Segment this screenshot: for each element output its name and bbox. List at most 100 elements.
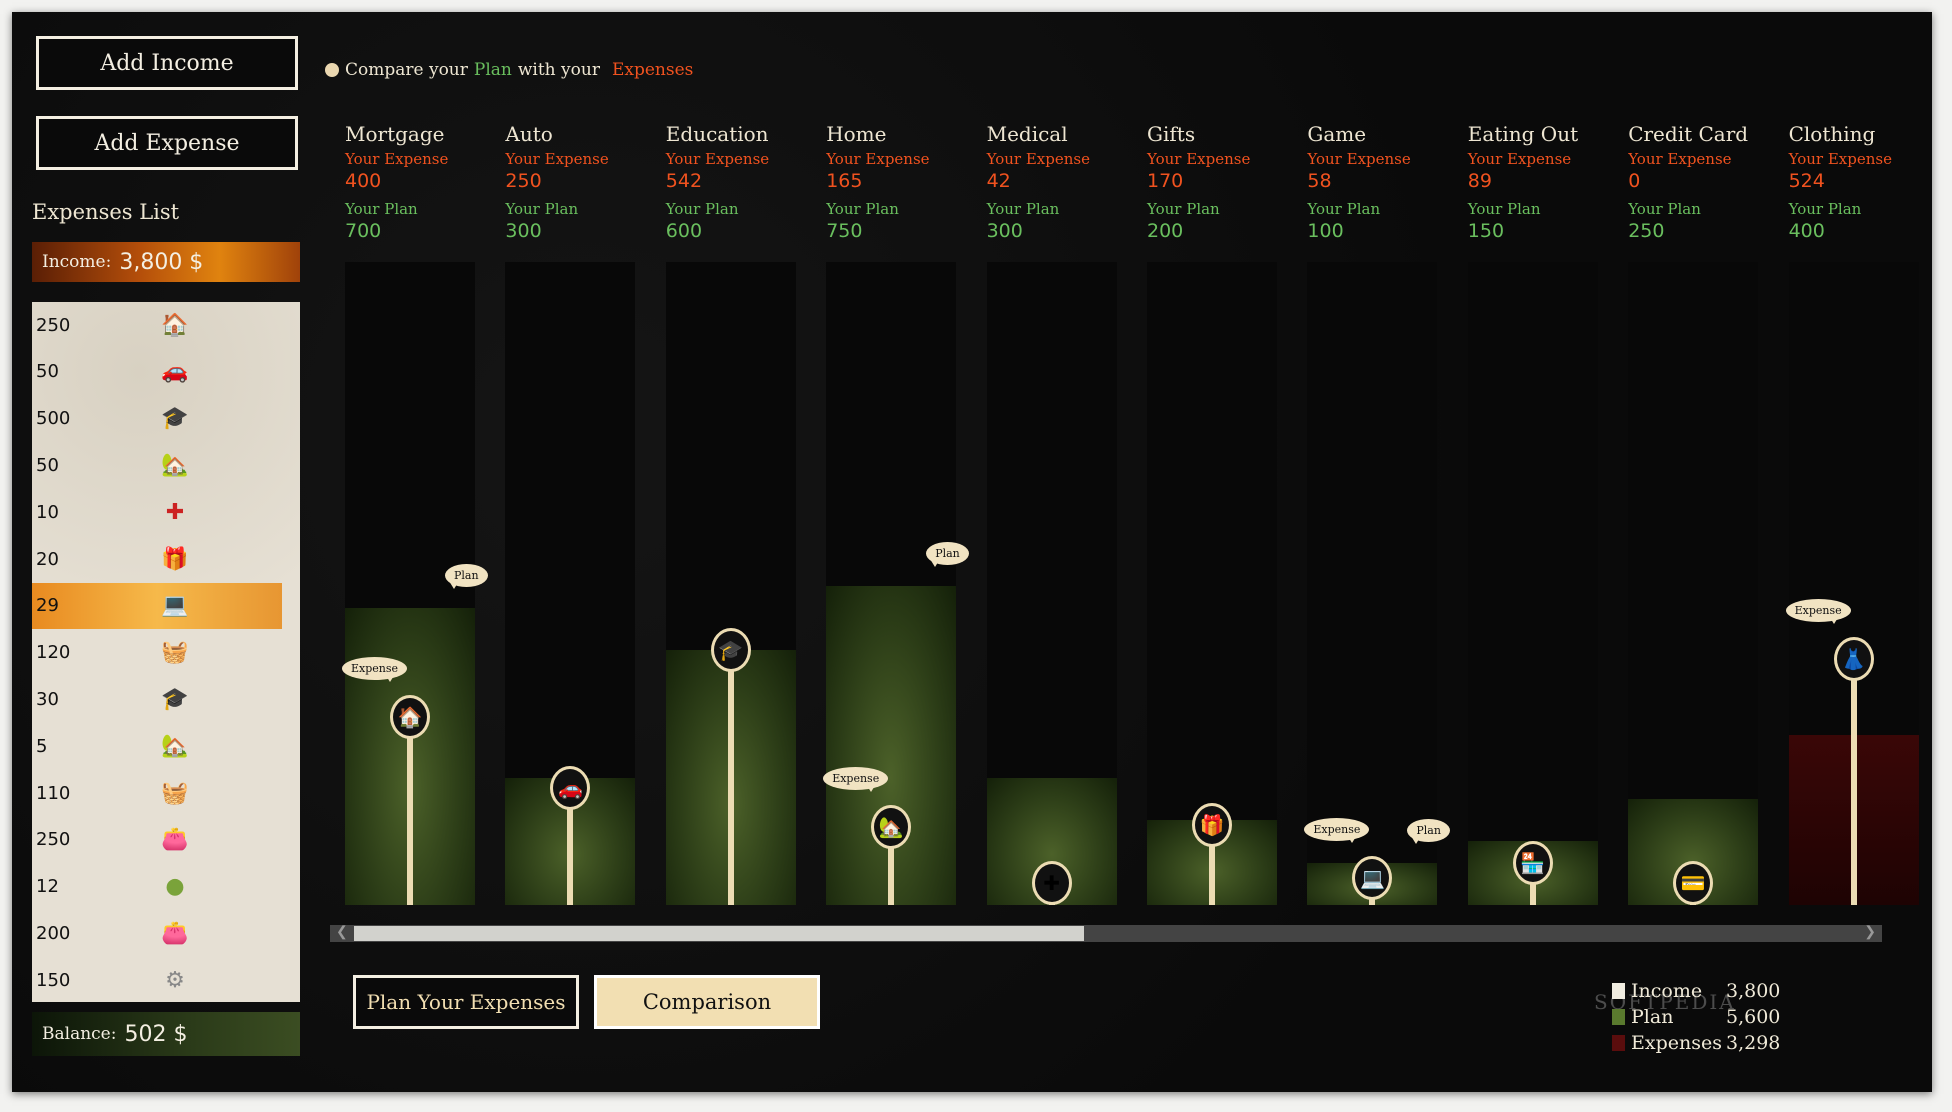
expense-list-item[interactable]: 250 🏠 <box>32 302 282 348</box>
legend-swatch <box>1612 1009 1625 1025</box>
expense-bubble: Expense <box>1304 817 1370 843</box>
compare-heading: Compare your Plan with your Expenses <box>325 60 693 80</box>
scrollbar-thumb[interactable] <box>354 926 1084 941</box>
add-income-button[interactable]: Add Income <box>36 36 298 90</box>
gift-icon[interactable]: 🎁 <box>1192 803 1232 848</box>
plan-bubble: Plan <box>1407 818 1450 844</box>
plan-bar <box>986 777 1117 905</box>
category-name: Credit Card <box>1628 122 1749 146</box>
bar-track <box>1307 262 1438 905</box>
your-plan-label: Your Plan <box>505 200 579 218</box>
legend-value: 3,800 <box>1726 980 1781 1002</box>
store-icon[interactable]: 🏪 <box>1512 841 1553 886</box>
summary-legend: Income 3,800 Plan 5,600 Expenses 3,298 <box>1612 978 1780 1056</box>
expense-list-item[interactable]: 50 🚗 <box>32 349 282 395</box>
expense-list-item[interactable]: 29 💻 <box>32 582 282 629</box>
expense-amount: 29 <box>36 595 59 617</box>
expenses-list[interactable]: 250 🏠 50 🚗 500 🎓 50 🏡 10 ✚ 20 🎁 29 💻 120 🧺 30 🎓 5 🏡 110 🧺 250 👛… <box>32 302 300 1002</box>
balance-value: 502 $ <box>124 1021 188 1047</box>
add-expense-button[interactable]: Add Expense <box>36 116 298 170</box>
scroll-left-arrow-icon[interactable]: ❮ <box>336 924 348 940</box>
bullet-dot-icon <box>325 63 339 77</box>
expense-stick <box>1369 877 1376 905</box>
legend-value: 5,600 <box>1726 1006 1781 1028</box>
expense-list-item[interactable]: 150 ⚙ <box>32 957 282 1003</box>
credit-card-icon[interactable]: 💳 <box>1673 861 1714 905</box>
plan-value: 700 <box>345 220 382 242</box>
your-expense-label: Your Expense <box>505 150 609 168</box>
expense-amount: 120 <box>36 642 71 664</box>
expense-list-item[interactable]: 5 🏡 <box>32 723 282 769</box>
bar-track <box>1628 262 1759 905</box>
balance-label: Balance: <box>42 1024 117 1044</box>
expense-list-item[interactable]: 200 👛 <box>32 910 282 956</box>
expense-stick <box>1690 883 1697 905</box>
your-expense-label: Your Expense <box>1307 150 1411 168</box>
shopping-basket-icon: 🧺 <box>161 640 189 666</box>
legend-value: 3,298 <box>1726 1032 1781 1054</box>
car-icon[interactable]: 🚗 <box>550 765 591 810</box>
expense-bubble: Expense <box>1785 598 1851 624</box>
home-icon[interactable]: 🏡 <box>871 805 912 850</box>
expense-list-item[interactable]: 500 🎓 <box>32 396 282 442</box>
mortgage-house-icon[interactable]: 🏠 <box>390 695 430 739</box>
first-aid-kit-icon: ✚ <box>165 499 185 525</box>
category-name: Clothing <box>1788 122 1876 146</box>
clothing-icon[interactable]: 👗 <box>1833 636 1874 681</box>
compare-text-plan: Plan <box>473 60 512 80</box>
category-name: Eating Out <box>1467 122 1579 146</box>
category-name: Auto <box>505 122 553 146</box>
legend-row: Expenses 3,298 <box>1612 1030 1780 1056</box>
expense-amount: 200 <box>36 922 71 944</box>
car-icon: 🚗 <box>161 359 189 385</box>
category-column: Gifts Your Expense 170 Your Plan 200 <box>1147 122 1277 242</box>
expense-list-item[interactable]: 30 🎓 <box>32 676 282 722</box>
expense-list-item[interactable]: 250 👛 <box>32 817 282 863</box>
legend-row: Plan 5,600 <box>1612 1004 1780 1030</box>
comparison-button[interactable]: Comparison <box>594 975 820 1029</box>
laptop-icon[interactable]: 💻 <box>1352 855 1393 900</box>
your-expense-label: Your Expense <box>1628 150 1732 168</box>
compare-text-mid: with your <box>517 60 600 80</box>
expense-list-item[interactable]: 120 🧺 <box>32 630 282 676</box>
expense-list-item[interactable]: 20 🎁 <box>32 536 282 582</box>
expense-list-item[interactable]: 12 ● <box>32 864 282 910</box>
plan-bar <box>1467 841 1598 905</box>
plan-value: 250 <box>1628 220 1665 242</box>
bar-track <box>1788 262 1919 905</box>
expense-amount: 110 <box>36 782 71 804</box>
home-icon: 🏡 <box>161 733 189 759</box>
expense-amount: 50 <box>36 454 59 476</box>
plan-bar <box>1147 820 1277 905</box>
plan-bar <box>1628 798 1759 905</box>
expense-list-item[interactable]: 110 🧺 <box>32 770 282 816</box>
your-plan-label: Your Plan <box>1788 200 1862 218</box>
category-name: Game <box>1307 122 1367 146</box>
expense-stick <box>888 827 895 905</box>
your-plan-label: Your Plan <box>1628 200 1701 218</box>
graduation-cap-icon[interactable]: 🎓 <box>710 628 751 673</box>
category-column: Mortgage Your Expense 400 Your Plan 700 <box>345 122 475 242</box>
expense-value: 58 <box>1307 170 1332 192</box>
expense-list-item[interactable]: 50 🏡 <box>32 442 282 488</box>
safe-coins-icon: ⚙ <box>165 967 185 993</box>
expense-stick <box>727 650 734 905</box>
balance-banner: Balance: 502 $ <box>32 1012 300 1056</box>
expenses-list-title: Expenses List <box>32 200 180 224</box>
your-expense-label: Your Expense <box>986 150 1090 168</box>
plan-value: 300 <box>505 220 542 242</box>
plan-bar <box>505 777 636 905</box>
expense-list-item[interactable]: 10 ✚ <box>32 489 282 535</box>
expense-value: 0 <box>1628 170 1641 192</box>
expense-amount: 150 <box>36 969 71 991</box>
plan-bar <box>826 586 957 905</box>
expense-amount: 500 <box>36 408 71 430</box>
plan-your-expenses-button[interactable]: Plan Your Expenses <box>353 975 579 1029</box>
your-plan-label: Your Plan <box>826 200 899 218</box>
legend-label: Plan <box>1631 1006 1674 1028</box>
first-aid-kit-icon[interactable]: ✚ <box>1031 861 1072 905</box>
bar-track <box>665 262 796 905</box>
horizontal-scrollbar[interactable]: ❮ ❯ <box>330 924 1882 942</box>
category-column: Home Your Expense 165 Your Plan 750 <box>826 122 956 242</box>
scroll-right-arrow-icon[interactable]: ❯ <box>1864 924 1876 940</box>
